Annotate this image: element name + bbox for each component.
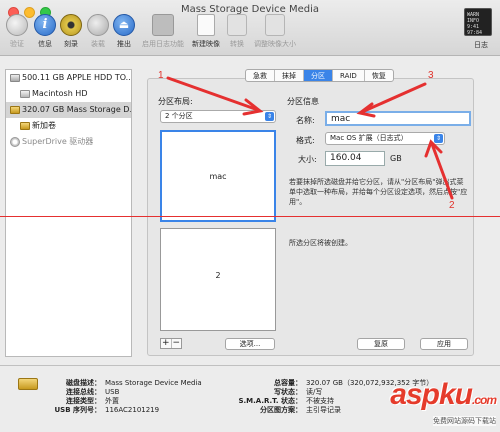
watermark-logo: aspku.com — [390, 378, 497, 412]
arrow-to-name-input — [356, 82, 427, 118]
watermark-tld: .com — [471, 393, 497, 407]
disk-utility-window: Mass Storage Device Media 验证 i 信息 刻录 装载 … — [0, 0, 500, 432]
watermark-brand: aspku — [390, 378, 473, 411]
watermark-subtitle: 免费网站源码下载站 — [433, 416, 496, 426]
arrow-to-layout-select — [166, 76, 264, 116]
annotation-arrows — [166, 76, 454, 200]
arrow-to-format-select — [424, 139, 454, 200]
